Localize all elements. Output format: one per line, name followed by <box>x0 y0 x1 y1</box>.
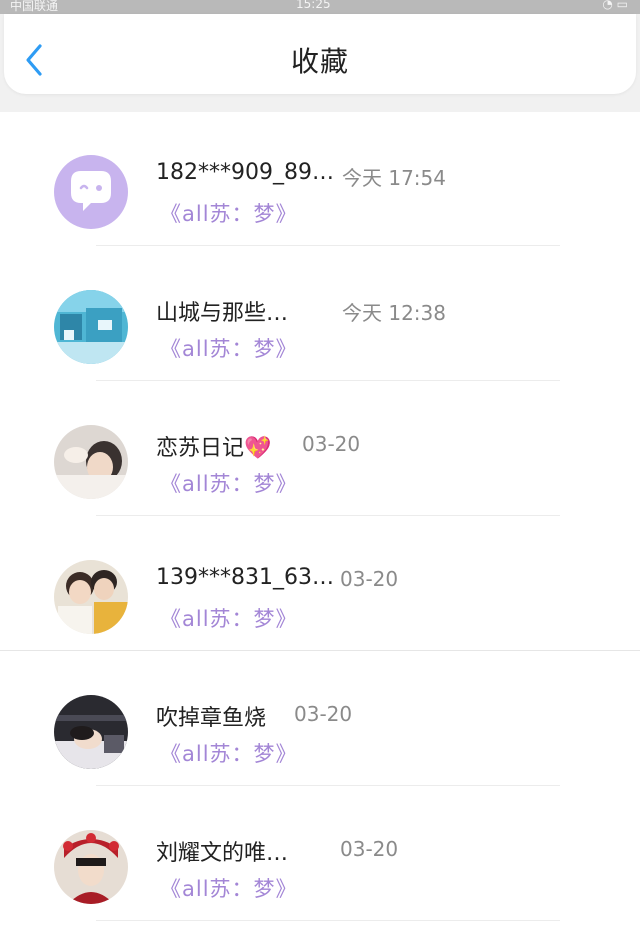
divider <box>0 650 640 651</box>
divider <box>96 245 560 246</box>
contact-name: 山城与那些… <box>156 301 289 326</box>
nav-bar: 收藏 <box>4 14 636 94</box>
contact-name: 吹掉章鱼烧 <box>156 706 267 731</box>
header-area: 收藏 <box>0 14 640 112</box>
list-item[interactable]: 182***909_89… 今天 17:54 《all苏：梦》 <box>0 112 640 247</box>
favorite-snippet: 《all苏：梦》 <box>160 472 298 496</box>
timestamp: 03-20 <box>340 567 399 591</box>
list-item[interactable]: 吹掉章鱼烧 03-20 《all苏：梦》 <box>0 652 640 787</box>
avatar <box>54 560 128 634</box>
favorite-snippet: 《all苏：梦》 <box>160 742 298 766</box>
list-item[interactable]: 山城与那些… 今天 12:38 《all苏：梦》 <box>0 247 640 382</box>
status-icons: ◔ ▭ <box>602 0 628 11</box>
contact-name: 恋苏日记💖 <box>156 436 272 461</box>
avatar <box>54 155 128 229</box>
contact-name: 139***831_63… <box>156 565 334 590</box>
avatar <box>54 425 128 499</box>
divider <box>96 920 560 921</box>
list-item[interactable]: 恋苏日记💖 03-20 《all苏：梦》 <box>0 382 640 517</box>
avatar <box>54 695 128 769</box>
status-time: 15:25 <box>296 0 331 11</box>
favorite-snippet: 《all苏：梦》 <box>160 607 298 631</box>
timestamp: 今天 17:54 <box>342 166 446 190</box>
timestamp: 今天 12:38 <box>342 301 446 325</box>
favorite-snippet: 《all苏：梦》 <box>160 202 298 226</box>
status-bar: 中国联通 15:25 ◔ ▭ <box>0 0 640 14</box>
list-item[interactable]: 刘耀文的唯… 03-20 《all苏：梦》 <box>0 787 640 922</box>
divider <box>96 785 560 786</box>
contact-name: 182***909_89… <box>156 160 334 185</box>
timestamp: 03-20 <box>294 702 353 726</box>
page-title: 收藏 <box>290 45 349 78</box>
divider <box>96 380 560 381</box>
favorite-snippet: 《all苏：梦》 <box>160 877 298 901</box>
list-item[interactable]: 139***831_63… 03-20 《all苏：梦》 <box>0 517 640 652</box>
carrier-label: 中国联通 <box>10 0 59 13</box>
favorite-snippet: 《all苏：梦》 <box>160 337 298 361</box>
avatar <box>54 290 128 364</box>
contact-name: 刘耀文的唯… <box>156 841 289 866</box>
divider <box>96 515 560 516</box>
timestamp: 03-20 <box>302 432 361 456</box>
avatar <box>54 830 128 904</box>
timestamp: 03-20 <box>340 837 399 861</box>
